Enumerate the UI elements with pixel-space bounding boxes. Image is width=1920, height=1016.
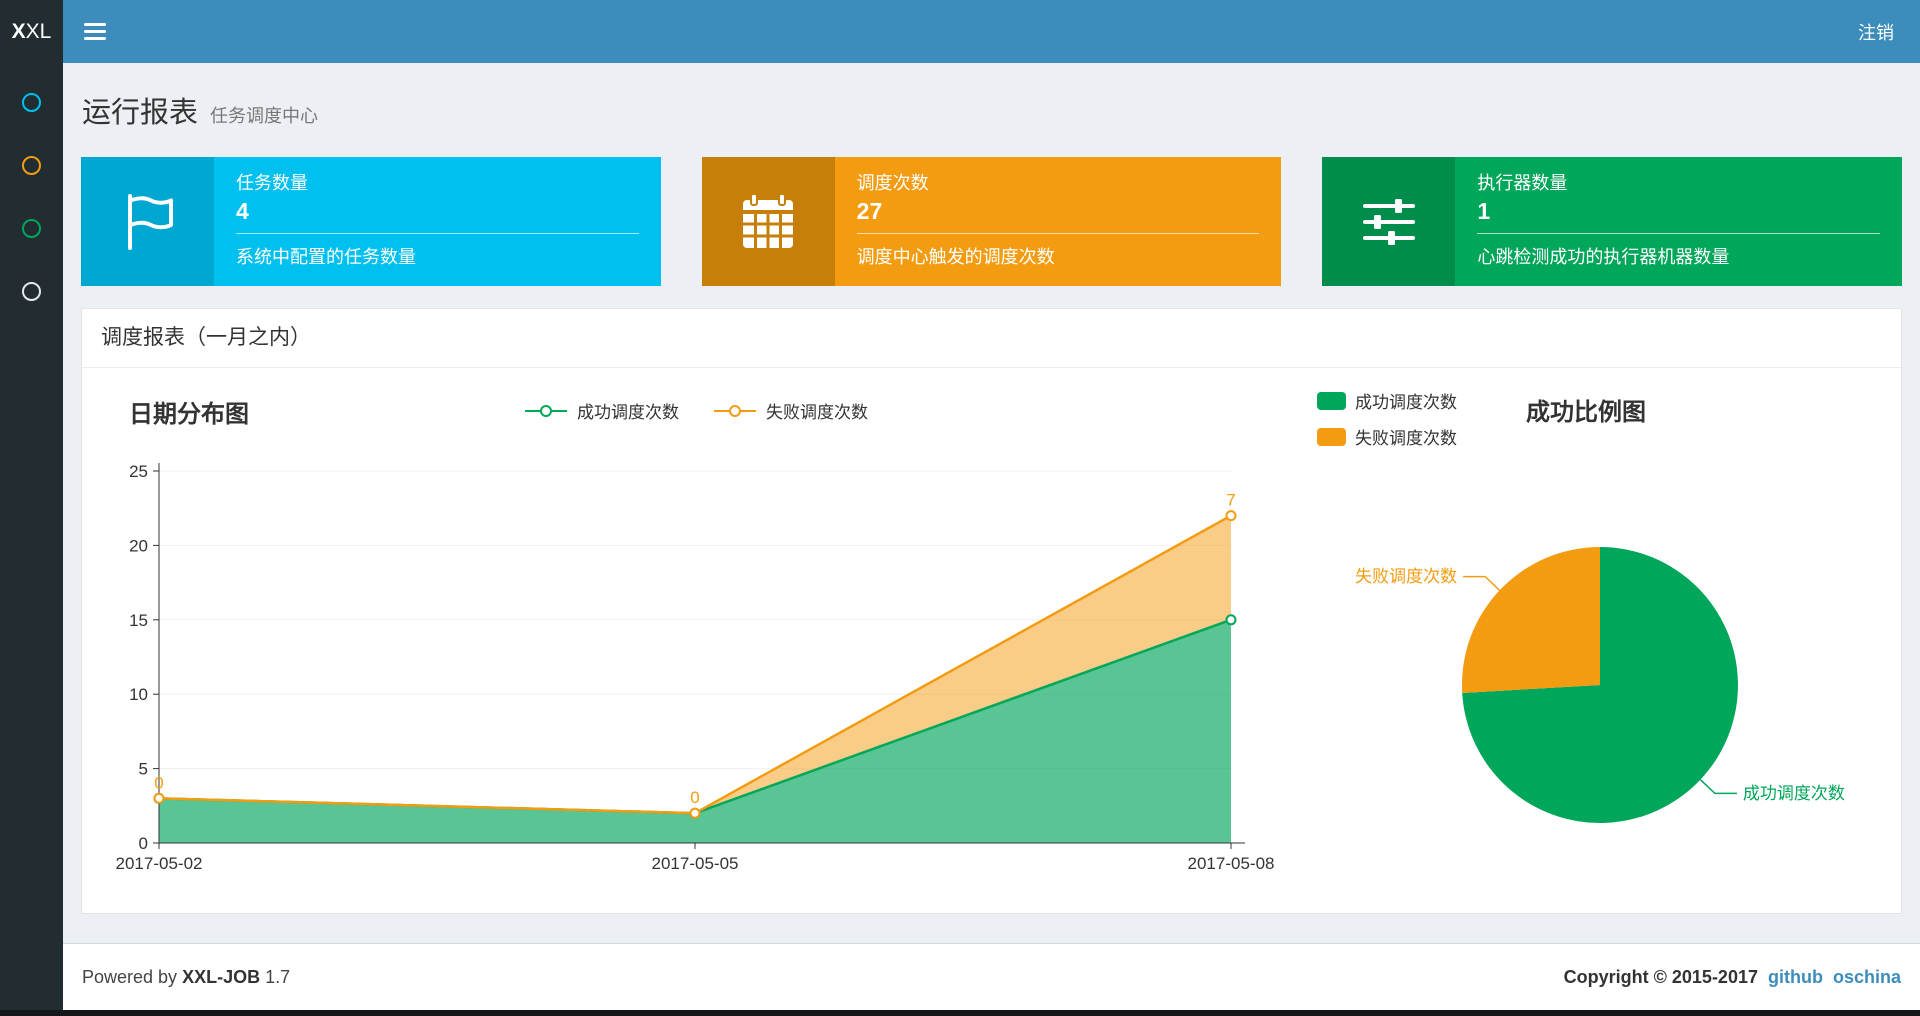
info-box-title: 执行器数量 bbox=[1477, 173, 1568, 193]
svg-text:成功调度次数: 成功调度次数 bbox=[1743, 784, 1845, 803]
date-distribution-chart: 05101520252017-05-02 2017-05-05 2017-05-08… bbox=[116, 462, 1275, 873]
github-link[interactable]: github bbox=[1768, 967, 1823, 988]
svg-text:5: 5 bbox=[139, 760, 148, 779]
page-title: 运行报表 bbox=[82, 97, 199, 129]
circle-o-icon bbox=[22, 93, 41, 112]
version-text: 1.7 bbox=[265, 966, 291, 987]
circle-o-icon bbox=[22, 282, 41, 301]
svg-text:0: 0 bbox=[154, 773, 163, 792]
logo-rest: XL bbox=[25, 19, 52, 43]
logout-button[interactable]: 注销 bbox=[1832, 0, 1920, 63]
svg-text:0: 0 bbox=[139, 834, 148, 853]
info-box-body: 任务数量 4 系统中配置的任务数量 bbox=[214, 157, 661, 286]
content-header: 运行报表 任务调度中心 bbox=[81, 63, 1902, 131]
pie-chart-header: 成功调度次数 失败调度次数 成功比例图 bbox=[1290, 376, 1882, 448]
legend-label: 失败调度次数 bbox=[766, 403, 868, 422]
panel-title: 调度报表（一月之内） bbox=[82, 309, 1901, 368]
summary-cards-row: 任务数量 4 系统中配置的任务数量 调度次数 27 调度中心触发的调度次数 执行… bbox=[81, 157, 1903, 286]
info-box-body: 执行器数量 1 心跳检测成功的执行器机器数量 bbox=[1455, 157, 1903, 286]
app-logo[interactable]: X XL bbox=[0, 0, 63, 63]
info-box-job-count: 任务数量 4 系统中配置的任务数量 bbox=[81, 157, 661, 286]
legend-line-marker bbox=[525, 404, 567, 417]
svg-text:2017-05-08: 2017-05-08 bbox=[1188, 854, 1275, 873]
svg-text:失败调度次数: 失败调度次数 bbox=[1355, 567, 1457, 586]
panel-body: 日期分布图 成功调度次数 失败调度次数 0 5 10 15 20 25 2017… bbox=[82, 368, 1901, 913]
pie-chart-title: 成功比例图 bbox=[1526, 399, 1646, 426]
svg-text:15: 15 bbox=[129, 611, 148, 630]
legend-label: 失败调度次数 bbox=[1355, 429, 1457, 448]
info-box-title: 调度次数 bbox=[856, 173, 929, 193]
sidebar-menu bbox=[0, 63, 63, 1010]
bottom-window-edge bbox=[0, 1010, 1920, 1016]
svg-text:20: 20 bbox=[129, 536, 148, 555]
report-panel: 调度报表（一月之内） 日期分布图 成功调度次数 失败调度次数 0 5 10 15… bbox=[81, 308, 1902, 914]
footer-right: Copyright © 2015-2017 github oschina bbox=[1564, 967, 1901, 988]
svg-text:2017-05-05: 2017-05-05 bbox=[652, 854, 739, 873]
legend-item-fail[interactable]: 失败调度次数 bbox=[713, 398, 868, 423]
circle-o-icon bbox=[22, 219, 41, 238]
powered-prefix: Powered by bbox=[82, 966, 178, 987]
footer: Powered by XXL-JOB 1.7 Copyright © 2015-… bbox=[63, 943, 1920, 1010]
info-box-divider bbox=[1477, 233, 1881, 234]
copyright-text: Copyright © 2015-2017 bbox=[1563, 966, 1758, 987]
info-box-divider bbox=[236, 233, 639, 234]
info-box-trigger-count: 调度次数 27 调度中心触发的调度次数 bbox=[701, 157, 1282, 286]
legend-item-success[interactable]: 成功调度次数 bbox=[524, 398, 679, 423]
legend-item-fail[interactable]: 失败调度次数 bbox=[1317, 424, 1457, 449]
svg-text:10: 10 bbox=[129, 685, 148, 704]
info-box-executor-count: 执行器数量 1 心跳检测成功的执行器机器数量 bbox=[1322, 157, 1903, 286]
info-box-divider bbox=[856, 233, 1260, 234]
navbar-spacer bbox=[127, 0, 1832, 63]
pie-chart-section: 成功调度次数 失败调度次数 成功比例图 成功调度次数 失败调度次数 bbox=[1290, 376, 1882, 893]
brand-name: XXL-JOB bbox=[182, 966, 261, 987]
sidebar-item-report[interactable] bbox=[0, 71, 63, 134]
line-chart-legend: 成功调度次数 失败调度次数 bbox=[102, 398, 1290, 423]
calendar-icon bbox=[701, 157, 835, 286]
svg-text:7: 7 bbox=[1226, 491, 1235, 510]
info-box-title: 任务数量 bbox=[236, 173, 308, 193]
sidebar-toggle-button[interactable] bbox=[63, 0, 127, 63]
legend-swatch bbox=[1317, 427, 1346, 446]
info-box-body: 调度次数 27 调度中心触发的调度次数 bbox=[834, 157, 1282, 286]
success-ratio-pie-chart: 成功调度次数 失败调度次数 bbox=[1355, 547, 1845, 823]
sidebar-item-log[interactable] bbox=[0, 197, 63, 260]
line-chart-header: 日期分布图 成功调度次数 失败调度次数 bbox=[102, 376, 1290, 448]
legend-label: 成功调度次数 bbox=[577, 403, 679, 422]
info-box-value: 1 bbox=[1477, 198, 1491, 224]
sliders-icon bbox=[1322, 157, 1456, 286]
logo-bold: X bbox=[11, 19, 26, 43]
flag-icon bbox=[81, 157, 214, 286]
sidebar-item-job[interactable] bbox=[0, 134, 63, 197]
svg-text:0: 0 bbox=[690, 788, 699, 807]
info-box-desc: 系统中配置的任务数量 bbox=[236, 247, 416, 267]
line-chart-section: 日期分布图 成功调度次数 失败调度次数 0 5 10 15 20 25 2017… bbox=[102, 376, 1290, 893]
page-subtitle: 任务调度中心 bbox=[210, 106, 319, 126]
info-box-value: 27 bbox=[856, 198, 883, 224]
info-box-desc: 心跳检测成功的执行器机器数量 bbox=[1477, 247, 1730, 267]
legend-line-marker bbox=[714, 404, 756, 417]
svg-text:25: 25 bbox=[129, 462, 148, 481]
info-box-value: 4 bbox=[236, 198, 249, 224]
oschina-link[interactable]: oschina bbox=[1833, 967, 1901, 988]
circle-o-icon bbox=[22, 156, 41, 175]
top-navbar: X XL 注销 bbox=[0, 0, 1920, 63]
info-box-desc: 调度中心触发的调度次数 bbox=[856, 247, 1055, 267]
main-content: 运行报表 任务调度中心 任务数量 4 系统中配置的任务数量 调度次数 27 调度… bbox=[63, 63, 1920, 943]
powered-by: Powered by XXL-JOB 1.7 bbox=[82, 967, 290, 988]
hamburger-icon bbox=[84, 23, 106, 40]
svg-text:2017-05-02: 2017-05-02 bbox=[116, 854, 203, 873]
sidebar-item-executor[interactable] bbox=[0, 260, 63, 323]
